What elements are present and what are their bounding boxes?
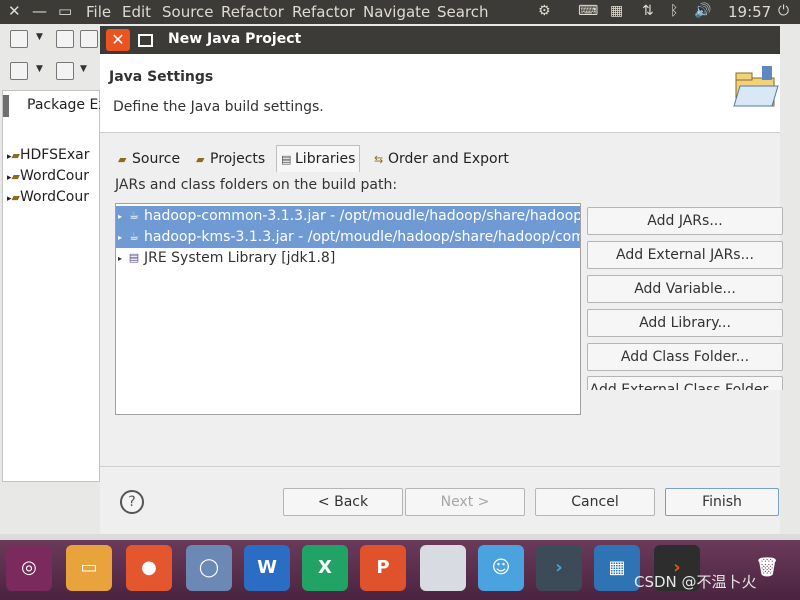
tree-item[interactable]: ▸▰WordCour [7,168,89,184]
clock[interactable]: 19:57 [728,3,771,21]
word-icon[interactable]: W [244,545,290,591]
add-external-class-folder-clip: Add External Class Folder... [587,376,783,390]
save-icon[interactable] [56,30,74,48]
tab-libraries[interactable]: ▤ Libraries [276,145,361,172]
chat-icon[interactable]: ☺ [478,545,524,591]
tab-projects[interactable]: ▰ Projects [192,146,269,172]
view-tab-marker [3,95,9,117]
next-button[interactable]: Next > [405,488,525,516]
close-icon[interactable]: ✕ [106,29,130,51]
back-button[interactable]: < Back [283,488,403,516]
import-icon[interactable] [10,62,28,80]
menu-source[interactable]: Source [162,3,214,21]
chevron-down-icon[interactable]: ▼ [36,64,43,74]
new-java-project-dialog: ✕ New Java Project Java Settings Define … [100,26,783,534]
ubuntu-icon[interactable]: ◎ [6,545,52,591]
close-icon[interactable]: ✕ [8,2,21,20]
library-icon: ▤ [128,251,140,264]
terminal-app-icon[interactable]: › [536,545,582,591]
add-variable-button[interactable]: Add Variable... [587,275,783,303]
chevron-down-icon[interactable]: ▼ [36,32,43,42]
package-explorer-panel: Package Ex ▸▰HDFSExar ▸▰WordCour ▸▰WordC… [2,90,107,482]
browser-icon[interactable]: ◯ [186,545,232,591]
tab-order-and-export[interactable]: ⇆ Order and Export [370,146,513,172]
folder-wizard-icon [733,66,779,107]
top-menu-bar: ✕ — ▭ File Edit Source Refactor Refactor… [0,0,800,24]
library-row[interactable]: ▸ ☕ hadoop-kms-3.1.3.jar - /opt/moudle/h… [116,227,580,248]
add-external-class-folder-button[interactable]: Add External Class Folder... [587,376,783,390]
library-label: hadoop-kms-3.1.3.jar - /opt/moudle/hadoo… [144,229,581,245]
help-button[interactable]: ? [120,490,144,514]
project-icon: ▰ [11,191,20,204]
library-row[interactable]: ▸ ▤ JRE System Library [jdk1.8] [116,248,580,269]
maximize-icon[interactable] [138,34,153,47]
settings-icon[interactable]: ⚙ [538,3,551,19]
minimize-icon[interactable]: — [32,2,47,20]
libraries-icon: ▤ [281,153,292,166]
separator [100,466,780,467]
export-icon[interactable] [56,62,74,80]
build-path-label: JARs and class folders on the build path… [115,177,398,193]
presentation-icon[interactable]: P [360,545,406,591]
store-icon[interactable] [420,545,466,591]
bluetooth-icon[interactable]: ᛒ [670,3,678,19]
library-label: JRE System Library [jdk1.8] [144,250,336,266]
add-external-jars-button[interactable]: Add External JARs... [587,241,783,269]
excel-icon[interactable]: X [302,545,348,591]
tree-item[interactable]: ▸▰HDFSExar [7,147,89,163]
library-row[interactable]: ▸ ☕ hadoop-common-3.1.3.jar - /opt/moudl… [116,206,580,227]
cancel-button[interactable]: Cancel [535,488,655,516]
volume-icon[interactable]: 🔊 [694,3,711,19]
save-all-icon[interactable] [80,30,98,48]
watermark: CSDN @不温卜火 [634,573,757,591]
jar-icon: ☕ [129,230,139,243]
menu-edit[interactable]: Edit [122,3,151,21]
dialog-header: Java Settings Define the Java build sett… [100,54,780,133]
jar-icon: ☕ [129,209,139,222]
library-label: hadoop-common-3.1.3.jar - /opt/moudle/ha… [144,208,581,224]
expand-arrow-icon[interactable]: ▸ [118,227,122,248]
calendar-icon[interactable]: ▦ [610,3,623,19]
header-title: Java Settings [109,69,214,85]
files-icon[interactable]: ▭ [66,545,112,591]
libraries-list[interactable]: ▸ ☕ hadoop-common-3.1.3.jar - /opt/moudl… [115,203,581,415]
new-icon[interactable] [10,30,28,48]
menu-refactor[interactable]: Refactor [221,3,284,21]
network-icon[interactable]: ⇅ [642,3,654,19]
finish-button[interactable]: Finish [665,488,779,516]
order-export-icon: ⇆ [374,153,384,166]
project-icon: ▰ [11,149,20,162]
power-icon[interactable]: ⏻ [778,3,789,19]
dialog-title: New Java Project [168,31,302,47]
header-description: Define the Java build settings. [113,99,324,115]
tab-source[interactable]: ▰ Source [114,146,184,172]
add-class-folder-button[interactable]: Add Class Folder... [587,343,783,371]
dialog-title-bar: ✕ New Java Project [100,26,780,54]
menu-search[interactable]: Search [437,3,489,21]
expand-arrow-icon[interactable]: ▸ [118,206,122,227]
keyboard-icon[interactable]: ⌨ [578,3,598,19]
menu-file[interactable]: File [86,3,111,21]
add-library-button[interactable]: Add Library... [587,309,783,337]
tree-item[interactable]: ▸▰WordCour [7,189,89,205]
restore-icon[interactable]: ▭ [58,2,72,20]
menu-refactor-2[interactable]: Refactor [292,3,355,21]
chevron-down-icon[interactable]: ▼ [80,64,87,74]
firefox-icon[interactable]: ● [126,545,172,591]
package-explorer-title[interactable]: Package Ex [27,97,107,113]
expand-arrow-icon[interactable]: ▸ [118,248,122,269]
menu-navigate[interactable]: Navigate [363,3,430,21]
project-icon: ▰ [11,170,20,183]
projects-icon: ▰ [196,153,205,166]
add-jars-button[interactable]: Add JARs... [587,207,783,235]
source-folder-icon: ▰ [118,153,127,166]
